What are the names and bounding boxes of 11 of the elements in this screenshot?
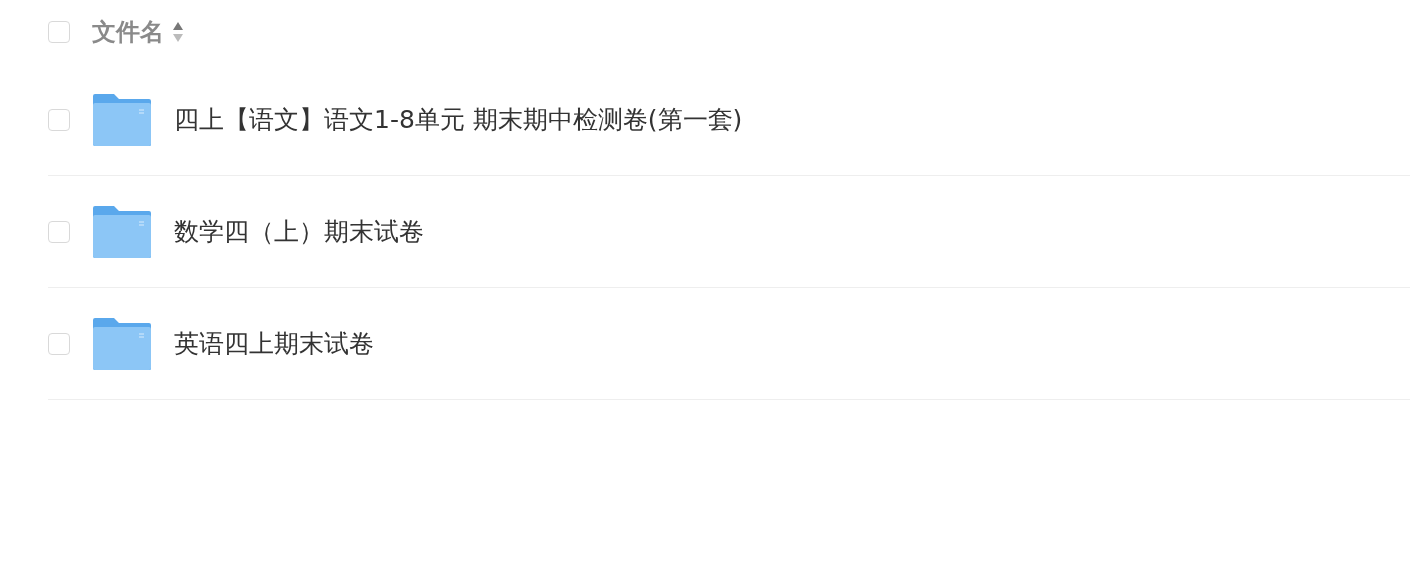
file-name[interactable]: 数学四（上）期末试卷 [174,215,424,248]
folder-icon [92,316,152,371]
sort-icon[interactable] [172,21,184,43]
folder-icon [92,92,152,147]
row-checkbox[interactable] [48,108,70,131]
file-name[interactable]: 英语四上期末试卷 [174,327,374,360]
row-checkbox[interactable] [48,220,70,243]
row-checkbox[interactable] [48,332,70,355]
folder-icon [92,204,152,259]
select-all-checkbox[interactable] [48,21,70,43]
file-name[interactable]: 四上【语文】语文1-8单元 期末期中检测卷(第一套) [174,103,743,136]
